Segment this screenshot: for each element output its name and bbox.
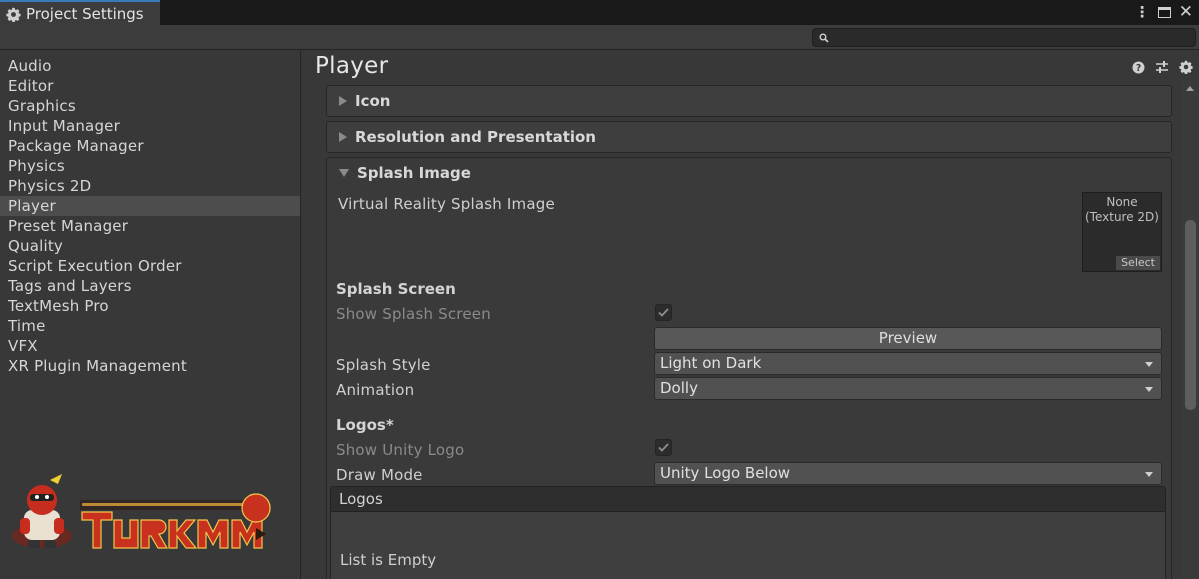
more-options-icon[interactable]: ⋮ (1135, 3, 1150, 21)
splash-style-label: Splash Style (336, 356, 431, 374)
tab-title: Project Settings (26, 5, 144, 23)
close-icon[interactable]: ✕ (1179, 2, 1193, 22)
sidebar-item-audio[interactable]: Audio (0, 56, 300, 76)
vr-splash-label: Virtual Reality Splash Image (338, 195, 555, 213)
sidebar-item-textmesh-pro[interactable]: TextMesh Pro (0, 296, 300, 316)
draw-mode-label: Draw Mode (336, 466, 423, 484)
search-icon (819, 33, 829, 43)
sidebar-item-physics[interactable]: Physics (0, 156, 300, 176)
maximize-icon[interactable] (1157, 6, 1171, 18)
dropdown-caret-icon (1145, 362, 1153, 367)
splash-style-dropdown[interactable]: Light on Dark (654, 352, 1162, 375)
collapsed-arrow-icon (339, 132, 347, 142)
draw-mode-dropdown[interactable]: Unity Logo Below (654, 462, 1162, 485)
sidebar-item-tags-and-layers[interactable]: Tags and Layers (0, 276, 300, 296)
sidebar-item-player[interactable]: Player (0, 196, 300, 216)
resolution-foldout[interactable]: Resolution and Presentation (326, 121, 1172, 153)
dropdown-caret-icon (1145, 387, 1153, 392)
dropdown-caret-icon (1145, 472, 1153, 477)
expanded-arrow-icon (339, 169, 349, 177)
sidebar-item-physics-2d[interactable]: Physics 2D (0, 176, 300, 196)
project-settings-tab[interactable]: Project Settings (0, 0, 160, 26)
scroll-up-arrow-icon[interactable] (1186, 86, 1194, 91)
show-unity-logo-checkbox[interactable] (655, 439, 672, 456)
collapsed-arrow-icon (339, 96, 347, 106)
turkmmo-watermark-logo (6, 470, 276, 556)
inspector-panel: Player ? Icon Resolution and Presentatio… (302, 51, 1199, 579)
logos-list-empty-text: List is Empty (340, 551, 437, 569)
checkmark-icon (658, 443, 669, 452)
show-splash-label: Show Splash Screen (336, 305, 491, 323)
page-title: Player (315, 53, 389, 79)
sidebar-item-script-execution-order[interactable]: Script Execution Order (0, 256, 300, 276)
title-bar: Project Settings ⋮ ✕ (0, 0, 1199, 26)
icon-foldout[interactable]: Icon (326, 85, 1172, 117)
sidebar-item-package-manager[interactable]: Package Manager (0, 136, 300, 156)
vr-splash-texture-field[interactable]: None (Texture 2D) Select (1082, 192, 1162, 272)
logos-list-header: Logos (331, 487, 1165, 512)
logos-list[interactable]: Logos List is Empty (330, 486, 1166, 579)
splash-style-value: Light on Dark (660, 354, 762, 372)
scrollbar-thumb[interactable] (1185, 220, 1196, 410)
checkmark-icon (658, 308, 669, 317)
sidebar-item-graphics[interactable]: Graphics (0, 96, 300, 116)
svg-text:?: ? (1136, 63, 1141, 74)
preset-sliders-icon[interactable] (1155, 60, 1169, 74)
sidebar-item-time[interactable]: Time (0, 316, 300, 336)
texture-value: None (1106, 195, 1138, 209)
search-input[interactable] (812, 28, 1196, 47)
sidebar-item-input-manager[interactable]: Input Manager (0, 116, 300, 136)
resolution-section-label: Resolution and Presentation (355, 128, 596, 146)
animation-dropdown[interactable]: Dolly (654, 377, 1162, 400)
settings-gear-icon[interactable] (1179, 60, 1193, 74)
preview-button[interactable]: Preview (654, 327, 1162, 350)
sidebar-item-vfx[interactable]: VFX (0, 336, 300, 356)
help-icon[interactable]: ? (1132, 60, 1145, 74)
toolbar (0, 25, 1199, 50)
gear-icon (6, 7, 21, 22)
sidebar-item-xr-plugin-management[interactable]: XR Plugin Management (0, 356, 300, 376)
draw-mode-value: Unity Logo Below (660, 464, 791, 482)
splash-image-foldout[interactable]: Splash Image (339, 164, 471, 182)
splash-section-label: Splash Image (357, 164, 471, 182)
vertical-scrollbar[interactable] (1182, 80, 1199, 579)
show-splash-checkbox[interactable] (655, 304, 672, 321)
splash-image-section: Splash Image Virtual Reality Splash Imag… (326, 157, 1172, 579)
sidebar-item-editor[interactable]: Editor (0, 76, 300, 96)
texture-type: (Texture 2D) (1085, 210, 1159, 224)
splash-screen-header: Splash Screen (336, 280, 456, 298)
animation-label: Animation (336, 381, 415, 399)
show-unity-logo-label: Show Unity Logo (336, 441, 465, 459)
animation-value: Dolly (660, 379, 698, 397)
sidebar-item-quality[interactable]: Quality (0, 236, 300, 256)
sidebar-item-preset-manager[interactable]: Preset Manager (0, 216, 300, 236)
texture-select-button[interactable]: Select (1116, 256, 1160, 270)
icon-section-label: Icon (355, 92, 391, 110)
logos-header: Logos* (336, 416, 394, 434)
